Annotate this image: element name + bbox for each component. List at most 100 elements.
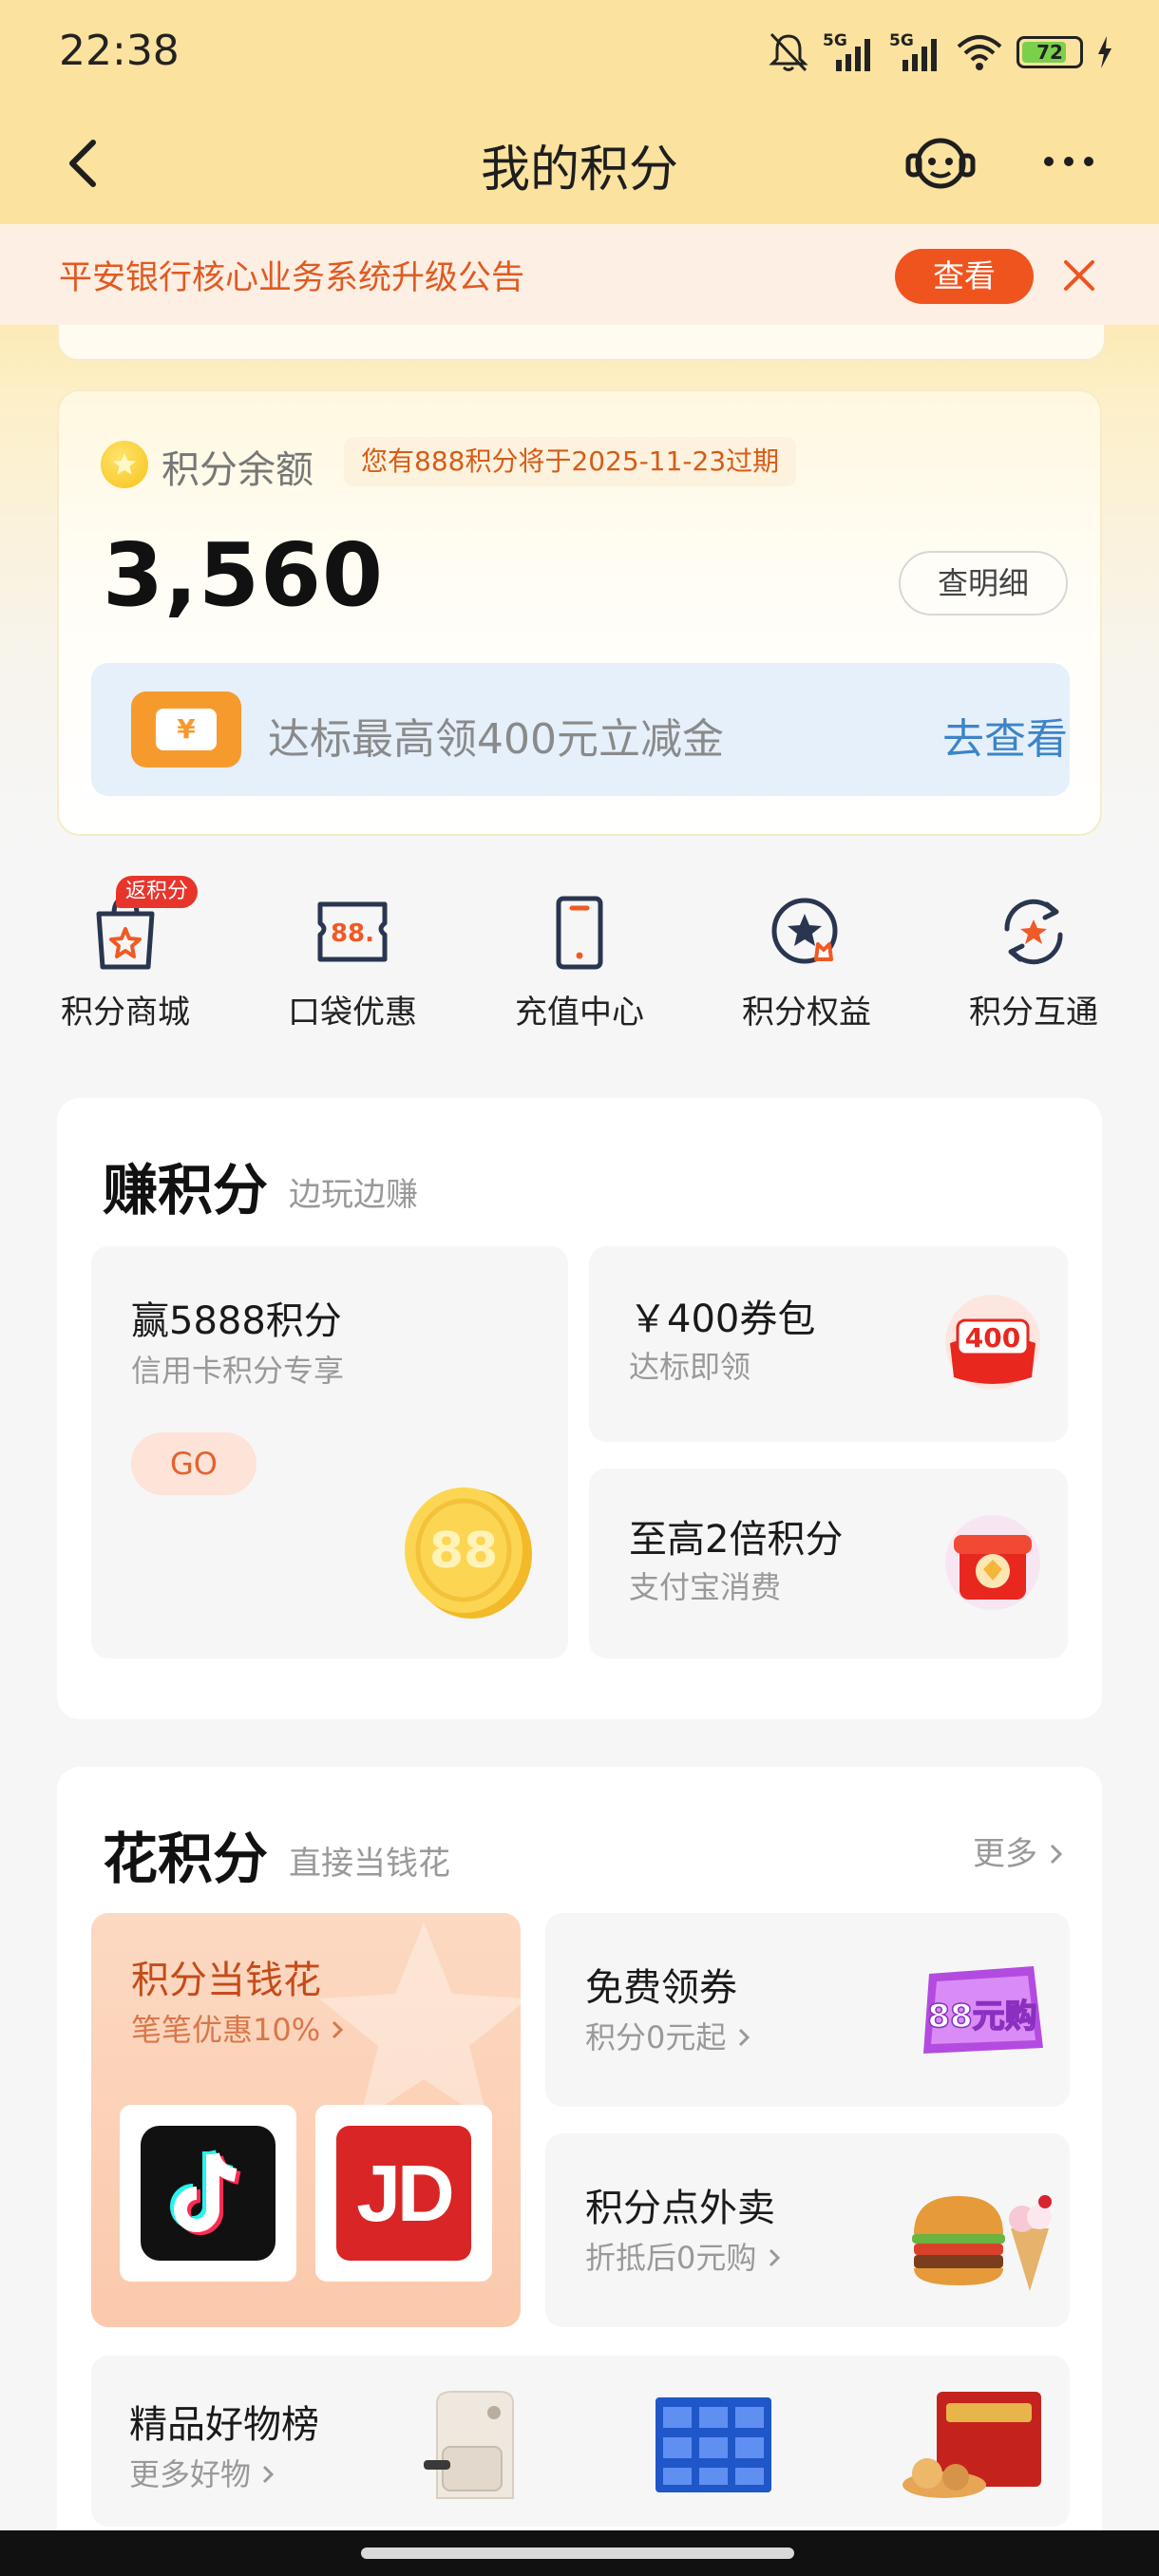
go-button[interactable]: GO	[131, 1432, 256, 1495]
earn-points-section: 赚积分 边玩边赚 赢5888积分 信用卡积分专享 GO 88 ￥400券包 达标…	[57, 1098, 1102, 1719]
badge-text: 400	[965, 1322, 1020, 1354]
chevron-right-icon	[738, 2028, 750, 2047]
tile-title: ￥400券包	[629, 1297, 816, 1341]
shortcut-label: 口袋优惠	[288, 994, 417, 1032]
coin-text: 88	[429, 1523, 498, 1580]
points-as-cash-card[interactable]: 积分当钱花 笔笔优惠10% JD	[91, 1913, 521, 2327]
coupon-88-icon: 88.	[317, 901, 388, 962]
status-bar: 22:38 5G 5G 72	[0, 0, 1159, 106]
burger-icecream-icon	[912, 2195, 1052, 2291]
section-subtitle: 边玩边赚	[289, 1176, 418, 1214]
gold-coin-icon: 88	[405, 1487, 532, 1619]
promo-text: 达标最高领400元立减金	[268, 715, 724, 764]
tile-title: 免费领券	[585, 1966, 737, 2010]
customer-service-icon[interactable]	[902, 129, 978, 196]
tile-subtitle: 折抵后0元购	[585, 2234, 782, 2278]
badge-text: 88元购	[927, 1998, 1036, 2036]
points-balance-card: 积分余额 您有888积分将于2025-11-23过期 3,560 查明细 ¥ 达…	[57, 389, 1102, 836]
section-title: 花积分	[103, 1827, 269, 1891]
expire-note: 您有888积分将于2025-11-23过期	[344, 437, 797, 486]
exchange-star-icon	[1004, 899, 1063, 965]
tile-subtitle: 信用卡积分专享	[131, 1353, 345, 1389]
shortcut-label: 积分商城	[61, 994, 190, 1032]
mute-bell-icon	[769, 32, 808, 72]
status-time: 22:38	[59, 27, 180, 75]
air-fryer-icon	[424, 2391, 514, 2499]
best-products-tile[interactable]: 精品好物榜 更多好物	[91, 2356, 1070, 2527]
spend-points-section: 花积分 直接当钱花 更多 积分当钱花 笔笔优惠10% JD 免费领券 积分0元起…	[57, 1767, 1102, 2555]
shortcut-points-exchange[interactable]: 积分互通	[939, 883, 1129, 1035]
snack-gift-box-icon	[902, 2392, 1041, 2498]
ticket-icon: ¥	[131, 691, 241, 767]
card-peek	[57, 325, 1106, 361]
home-indicator[interactable]	[361, 2548, 794, 2559]
88-purchase-badge-icon: 88元购	[923, 1966, 1043, 2054]
shortcut-label: 积分互通	[969, 994, 1098, 1032]
tile-subtitle: 达标即领	[629, 1349, 751, 1385]
tile-subtitle: 积分0元起	[585, 2014, 751, 2057]
wifi-icon	[957, 35, 1002, 70]
tile-subtitle: 支付宝消费	[629, 1569, 782, 1605]
more-menu-icon[interactable]	[1036, 133, 1102, 190]
tile-subtitle-text: 更多好物	[129, 2456, 252, 2492]
hot-card-subtitle-text: 笔笔优惠10%	[131, 2012, 321, 2048]
phone-icon	[556, 896, 603, 970]
battery-level: 72	[1036, 41, 1063, 64]
promo-banner[interactable]: ¥ 达标最高领400元立减金 去查看	[91, 663, 1070, 796]
earn-tile-double-points[interactable]: 至高2倍积分 支付宝消费	[589, 1468, 1068, 1658]
signal-5g-1: 5G	[823, 31, 876, 73]
detail-button[interactable]: 查明细	[899, 551, 1068, 616]
balance-label: 积分余额	[162, 448, 314, 492]
close-icon[interactable]	[1054, 251, 1104, 300]
hot-card-subtitle: 笔笔优惠10%	[131, 2006, 345, 2050]
chevron-right-icon	[263, 2465, 275, 2484]
ticket-symbol: ¥	[156, 709, 217, 750]
coupon-badge-icon: 400	[945, 1295, 1040, 1390]
balance-value: 3,560	[103, 524, 385, 626]
signal-5g-2: 5G	[889, 31, 942, 73]
food-delivery-tile[interactable]: 积分点外卖 折抵后0元购	[545, 2133, 1070, 2327]
more-link-label: 更多	[973, 1835, 1037, 1873]
jd-logo-icon: JD	[336, 2126, 471, 2261]
red-gift-icon	[945, 1515, 1040, 1610]
tile-subtitle-text: 积分0元起	[585, 2019, 727, 2055]
shortcut-pocket-deals[interactable]: 88. 口袋优惠	[257, 883, 447, 1035]
tiktok-app-tile[interactable]	[120, 2105, 296, 2282]
coupon-88-text: 88.	[331, 919, 374, 948]
shortcut-label: 充值中心	[515, 994, 644, 1032]
more-link[interactable]: 更多	[973, 1828, 1065, 1874]
shortcut-badge: 返积分	[116, 876, 199, 908]
tile-title: 至高2倍积分	[629, 1518, 844, 1562]
star-badge-icon	[771, 898, 838, 964]
status-icons: 5G 5G 72	[768, 28, 1113, 76]
shortcut-points-benefits[interactable]: 积分权益	[712, 883, 902, 1035]
battery-icon: 72	[1016, 36, 1083, 68]
signal-bars-icon	[836, 39, 870, 71]
tile-subtitle-text: 折抵后0元购	[585, 2240, 757, 2276]
notice-text[interactable]: 平安银行核心业务系统升级公告	[59, 251, 524, 299]
tile-subtitle: 更多好物	[129, 2451, 276, 2494]
tile-title: 精品好物榜	[129, 2403, 319, 2447]
notice-banner: 平安银行核心业务系统升级公告 查看	[0, 224, 1159, 325]
earn-tile-400-pack[interactable]: ￥400券包 达标即领 400	[589, 1246, 1068, 1442]
page-title: 我的积分	[480, 142, 678, 199]
notice-view-button[interactable]: 查看	[895, 249, 1034, 304]
signal-bars-icon	[902, 39, 937, 71]
section-title: 赚积分	[103, 1158, 269, 1222]
tile-title: 赢5888积分	[131, 1299, 342, 1343]
shortcut-recharge-center[interactable]: 充值中心	[484, 883, 674, 1035]
free-coupon-tile[interactable]: 免费领券 积分0元起 88元购	[545, 1913, 1070, 2107]
chevron-right-icon	[1050, 1844, 1062, 1865]
jd-app-tile[interactable]: JD	[315, 2105, 492, 2282]
star-coin-icon	[101, 441, 148, 488]
navigation-bar: 我的积分	[0, 106, 1159, 224]
tile-title: 积分点外卖	[585, 2187, 775, 2230]
earn-tile-5888[interactable]: 赢5888积分 信用卡积分专享 GO 88	[91, 1246, 568, 1658]
shortcut-points-mall[interactable]: 返积分 积分商城	[30, 876, 220, 1035]
charging-bolt-icon	[1098, 36, 1112, 68]
shortcut-row: 返积分 积分商城 88. 口袋优惠 充值中心 积分权益 积分互通	[0, 876, 1159, 1035]
hot-card-title: 积分当钱花	[131, 1959, 321, 2002]
chevron-right-icon	[769, 2248, 780, 2267]
promo-link[interactable]: 去查看	[942, 705, 1068, 766]
tiktok-logo-icon	[141, 2126, 276, 2261]
